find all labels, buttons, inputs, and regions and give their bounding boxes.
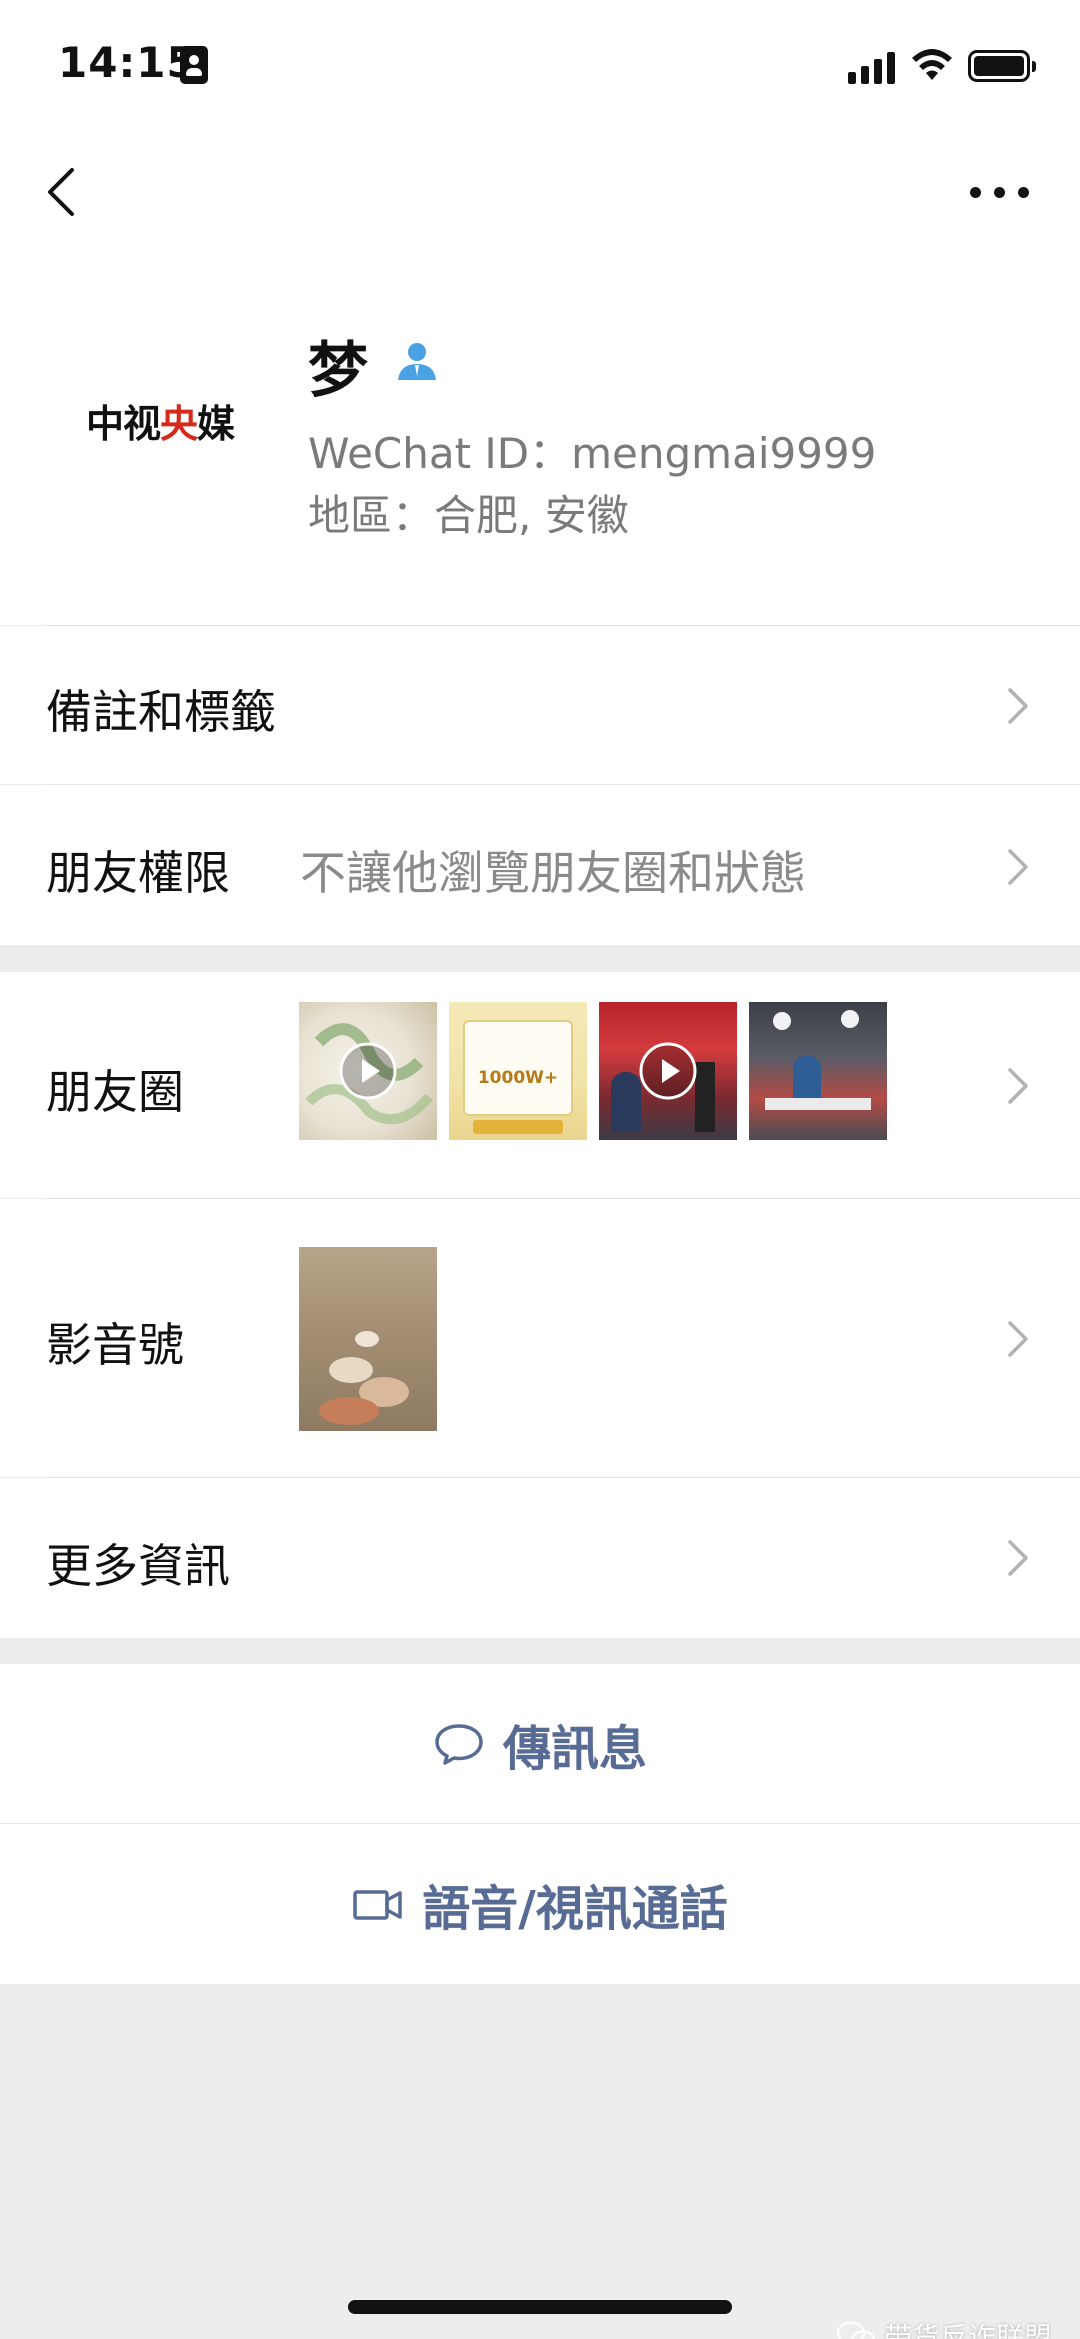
thumb-shell [329, 1357, 373, 1383]
thumb-light [773, 1012, 791, 1030]
voice-video-call-button[interactable]: 語音/視訊通話 [0, 1824, 1080, 1984]
avatar-logo-text: 中视 [85, 401, 161, 446]
more-options-icon[interactable] [970, 182, 1030, 202]
row-label: 朋友權限 [46, 846, 230, 900]
voice-video-call-label: 語音/視訊通話 [422, 1881, 728, 1937]
play-icon [339, 1042, 397, 1100]
moment-thumbnail[interactable] [599, 1002, 737, 1140]
status-bar: 14:15 [0, 0, 1080, 130]
thumb-shell [319, 1397, 379, 1425]
contact-card-icon [180, 46, 208, 84]
row-label: 備註和標籤 [46, 685, 276, 739]
nickname: 梦 [308, 336, 368, 406]
row-more-info[interactable]: 更多資訊 [0, 1478, 1080, 1638]
avatar-logo-accent: 央 [159, 401, 198, 446]
wechat-id: WeChat ID：mengmai9999 [308, 429, 877, 478]
wechat-logo-icon [836, 2321, 876, 2339]
user-icon [398, 343, 436, 380]
watermark: 带货反诈联盟 [836, 2316, 1052, 2339]
thumb-table [765, 1098, 871, 1110]
thumb-shell [355, 1331, 379, 1347]
thumb-button [473, 1120, 563, 1134]
chat-bubble-icon [435, 1724, 483, 1765]
moment-thumbnail[interactable] [299, 1002, 437, 1140]
chevron-right-icon [1008, 849, 1028, 885]
send-message-button[interactable]: 傳訊息 [0, 1664, 1080, 1824]
watermark-text: 带货反诈联盟 [884, 2321, 1053, 2339]
channel-thumbnail[interactable] [299, 1247, 437, 1431]
moments-thumbnails: 1000W+ [299, 1002, 887, 1140]
thumb-caption: 1000W+ [477, 1068, 559, 1088]
row-friend-permissions[interactable]: 朋友權限 不讓他瀏覽朋友圈和狀態 [0, 785, 1080, 945]
moment-thumbnail[interactable] [749, 1002, 887, 1140]
chevron-right-icon [1008, 1068, 1028, 1104]
chevron-right-icon [1008, 1540, 1028, 1576]
moment-thumbnail[interactable]: 1000W+ [449, 1002, 587, 1140]
voice-video-call-content: 語音/視訊通話 [0, 1824, 1080, 1984]
wifi-icon [912, 49, 952, 80]
avatar-logo-text-end: 媒 [197, 401, 235, 446]
row-moments[interactable]: 朋友圈 1000W+ [0, 972, 1080, 1198]
video-camera-icon [353, 1890, 402, 1920]
row-label: 朋友圈 [46, 1065, 184, 1119]
chevron-right-icon [1008, 1321, 1028, 1357]
row-value: 不讓他瀏覽朋友圈和狀態 [300, 846, 806, 900]
play-icon [639, 1042, 697, 1100]
row-channels[interactable]: 影音號 [0, 1199, 1080, 1477]
cellular-signal-icon [848, 50, 896, 84]
profile-header: 中视央媒 梦 WeChat ID：mengmai9999 地區：合肥, 安徽 [0, 250, 1080, 625]
row-label: 更多資訊 [46, 1539, 230, 1593]
chevron-right-icon [1008, 688, 1028, 724]
row-remarks-and-tags[interactable]: 備註和標籤 [0, 626, 1080, 784]
send-message-label: 傳訊息 [502, 1721, 647, 1777]
status-time: 14:15 [58, 38, 197, 87]
thumb-tripod [695, 1062, 715, 1132]
avatar[interactable]: 中视央媒 [60, 320, 260, 520]
back-chevron-icon[interactable] [40, 164, 84, 220]
region: 地區：合肥, 安徽 [308, 491, 629, 540]
thumb-light [841, 1010, 859, 1028]
battery-icon [968, 50, 1036, 82]
nav-bar [0, 130, 1080, 250]
send-message-content: 傳訊息 [0, 1664, 1080, 1824]
row-label: 影音號 [46, 1318, 184, 1372]
thumb-figure [611, 1072, 641, 1132]
home-indicator[interactable] [348, 2300, 732, 2314]
